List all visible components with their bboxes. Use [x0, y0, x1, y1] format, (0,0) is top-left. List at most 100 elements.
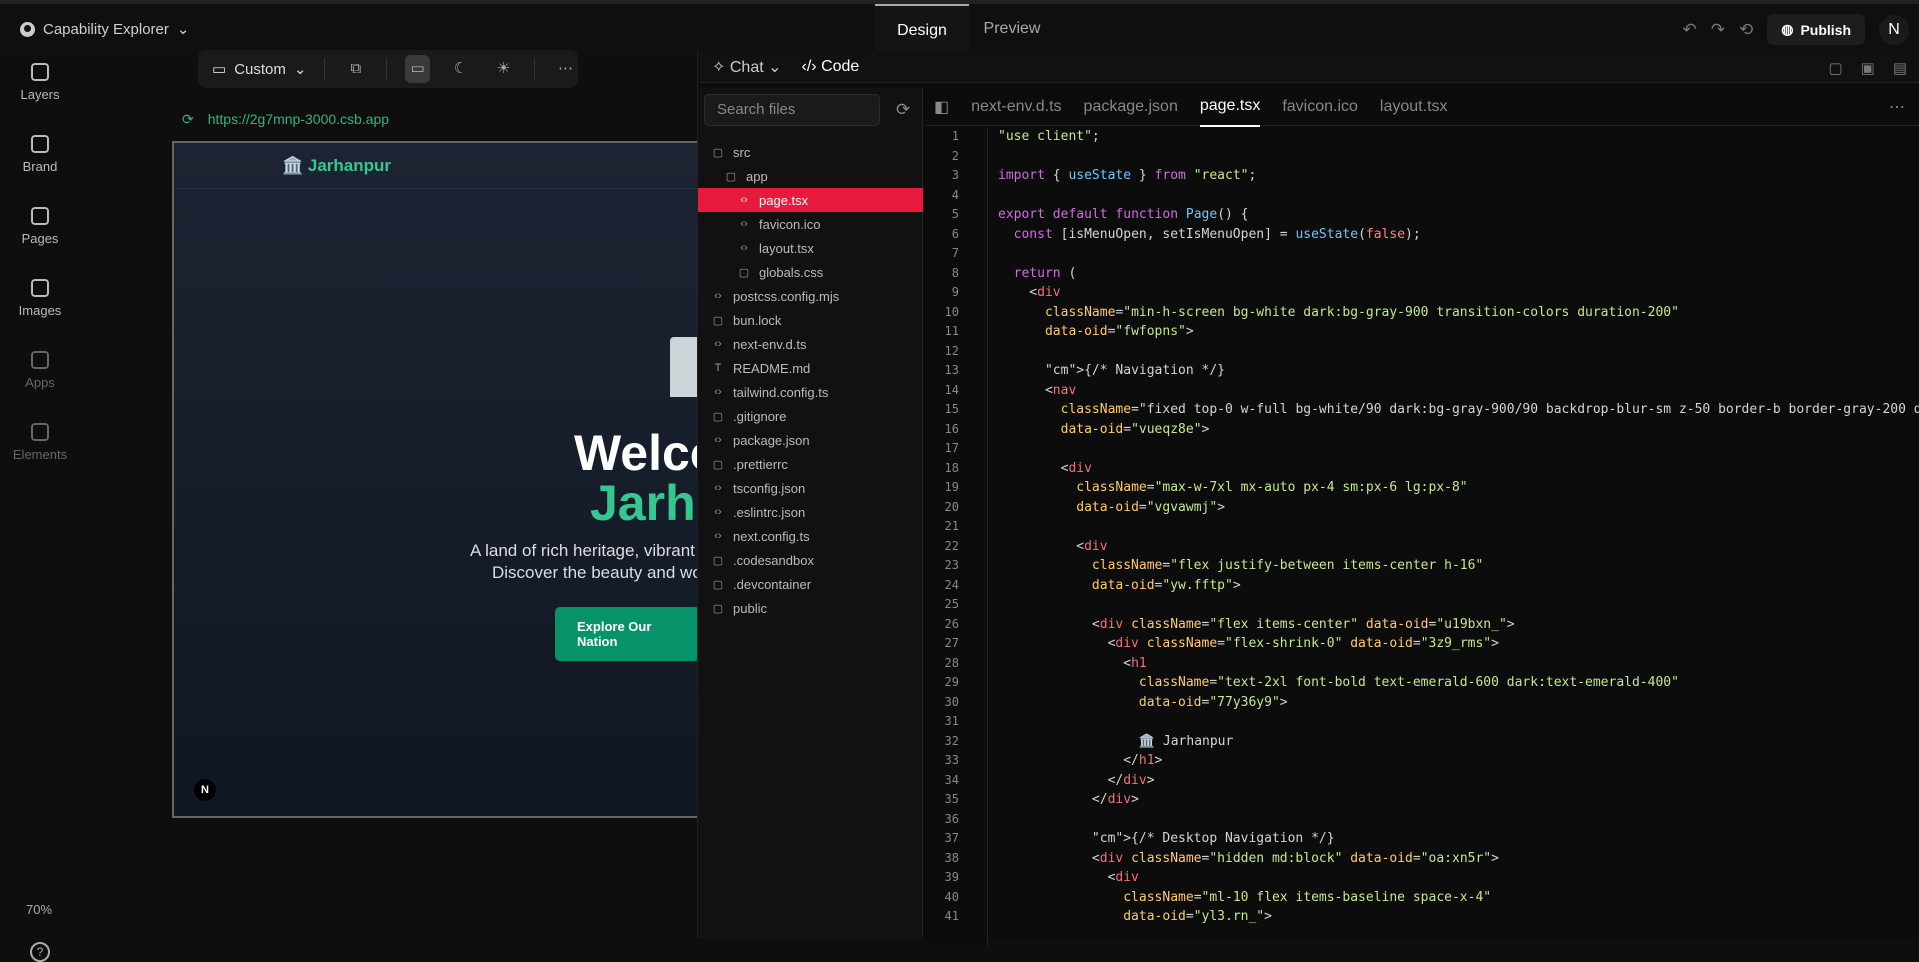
undo-icon[interactable]: ↶ — [1682, 20, 1696, 40]
code-line[interactable]: const [isMenuOpen, setIsMenuOpen] = useS… — [998, 225, 1919, 245]
code-line[interactable]: <div — [998, 868, 1919, 888]
refresh-icon[interactable]: ⟳ — [182, 111, 194, 128]
file-tree-item[interactable]: ‹› tsconfig.json — [698, 476, 923, 500]
code-line[interactable]: <div — [998, 283, 1919, 303]
code-line[interactable]: data-oid="fwfopns"> — [998, 322, 1919, 342]
file-tree-item[interactable]: ▢ .gitignore — [698, 404, 923, 428]
code-line[interactable]: </div> — [998, 771, 1919, 791]
dark-mode-icon[interactable]: ☾ — [448, 55, 473, 83]
code-line[interactable]: <h1 — [998, 654, 1919, 674]
refresh-icon[interactable]: ⟳ — [896, 100, 910, 120]
code-line[interactable]: </h1> — [998, 751, 1919, 771]
device-selector[interactable]: ▭ Custom ⌄ — [212, 60, 306, 79]
more-icon[interactable]: ⋯ — [1889, 97, 1919, 117]
duplicate-icon[interactable]: ⧉ — [343, 55, 368, 83]
code-line[interactable]: className="ml-10 flex items-baseline spa… — [998, 888, 1919, 908]
code-line[interactable]: <div className="flex items-center" data-… — [998, 615, 1919, 635]
code-line[interactable] — [998, 517, 1919, 537]
tab-package-json[interactable]: package.json — [1084, 98, 1178, 116]
light-mode-icon[interactable]: ☀ — [491, 55, 516, 83]
code-line[interactable]: className="fixed top-0 w-full bg-white/9… — [998, 400, 1919, 420]
history-icon[interactable]: ⟲ — [1739, 20, 1753, 40]
tab-page-tsx[interactable]: page.tsx — [1199, 87, 1261, 127]
explore-button[interactable]: Explore Our Nation — [555, 607, 700, 661]
publish-button[interactable]: ◍ Publish — [1767, 14, 1865, 45]
file-tree-item[interactable]: ▢ src — [698, 140, 923, 164]
code-line[interactable] — [998, 186, 1919, 206]
desktop-icon[interactable]: ▭ — [405, 55, 431, 83]
preview-url[interactable]: https://2g7mnp-3000.csb.app — [208, 111, 389, 128]
file-tree-item[interactable]: ‹› .eslintrc.json — [698, 500, 923, 524]
avatar[interactable]: N — [1879, 14, 1909, 45]
code-line[interactable]: data-oid="vgvawmj"> — [998, 498, 1919, 518]
save-icon[interactable]: ▤ — [1893, 59, 1907, 77]
project-selector[interactable]: Capability Explorer ⌄ — [20, 20, 189, 38]
sidebar-item-elements[interactable]: Elements — [0, 423, 80, 462]
code-line[interactable]: <div — [998, 537, 1919, 557]
code-line[interactable] — [998, 712, 1919, 732]
sidebar-item-pages[interactable]: Pages — [0, 207, 80, 246]
file-tree-item[interactable]: ‹› layout.tsx — [698, 236, 923, 260]
code-line[interactable]: import { useState } from "react"; — [998, 166, 1919, 186]
code-line[interactable]: export default function Page() { — [998, 205, 1919, 225]
more-icon[interactable]: ⋯ — [553, 55, 578, 83]
file-tree-item[interactable]: ‹› next.config.ts — [698, 524, 923, 548]
code-line[interactable]: <div className="flex-shrink-0" data-oid=… — [998, 634, 1919, 654]
file-tree-item[interactable]: ▢ public — [698, 596, 923, 620]
sidebar-item-brand[interactable]: Brand — [0, 135, 80, 174]
code-line[interactable]: data-oid="vueqz8e"> — [998, 420, 1919, 440]
code-line[interactable]: "use client"; — [998, 127, 1919, 147]
sidebar-item-apps[interactable]: Apps — [0, 351, 80, 390]
help-icon[interactable]: ? — [30, 942, 50, 962]
code-line[interactable]: </div> — [998, 790, 1919, 810]
file-tree-item[interactable]: ▢ .codesandbox — [698, 548, 923, 572]
code-line[interactable]: <nav — [998, 381, 1919, 401]
new-file-icon[interactable]: ▢ — [1828, 59, 1842, 77]
code-line[interactable] — [998, 595, 1919, 615]
tab-next-env[interactable]: next-env.d.ts — [971, 98, 1061, 116]
code-line[interactable]: <div — [998, 459, 1919, 479]
file-tree-item[interactable]: ▢ bun.lock — [698, 308, 923, 332]
preview-frame[interactable]: 🏛️ Jarhanpur Welco Jarha A land of rich … — [172, 141, 702, 818]
redo-icon[interactable]: ↷ — [1711, 20, 1725, 40]
code-line[interactable] — [998, 439, 1919, 459]
zoom-level[interactable]: 70% — [26, 902, 52, 917]
code-line[interactable] — [998, 810, 1919, 830]
code-line[interactable]: <div className="hidden md:block" data-oi… — [998, 849, 1919, 869]
tab-chat[interactable]: ✧ Chat ⌄ — [712, 57, 782, 77]
code-line[interactable]: className="min-h-screen bg-white dark:bg… — [998, 303, 1919, 323]
tab-layout[interactable]: layout.tsx — [1380, 98, 1448, 116]
file-tree-item[interactable]: ‹› tailwind.config.ts — [698, 380, 923, 404]
file-tree-item[interactable]: ‹› favicon.ico — [698, 212, 923, 236]
next-badge[interactable]: N — [194, 779, 216, 801]
code-line[interactable]: "cm">{/* Desktop Navigation */} — [998, 829, 1919, 849]
new-folder-icon[interactable]: ▣ — [1861, 59, 1875, 77]
tab-design[interactable]: Design — [875, 4, 969, 55]
file-tree-item[interactable]: ‹› postcss.config.mjs — [698, 284, 923, 308]
sidebar-item-images[interactable]: Images — [0, 279, 80, 318]
code-line[interactable]: className="text-2xl font-bold text-emera… — [998, 673, 1919, 693]
file-tree-item[interactable]: ‹› next-env.d.ts — [698, 332, 923, 356]
code-line[interactable]: return ( — [998, 264, 1919, 284]
tab-preview[interactable]: Preview — [969, 4, 1055, 55]
tab-code[interactable]: ‹/› Code — [802, 58, 860, 76]
file-tree-item[interactable]: T README.md — [698, 356, 923, 380]
file-tree-item[interactable]: ‹› page.tsx — [698, 188, 923, 212]
code-line[interactable]: 🏛️ Jarhanpur — [998, 732, 1919, 752]
code-line[interactable] — [998, 342, 1919, 362]
file-tree-item[interactable]: ‹› package.json — [698, 428, 923, 452]
sidebar-item-layers[interactable]: Layers — [0, 63, 80, 102]
code-line[interactable]: className="flex justify-between items-ce… — [998, 556, 1919, 576]
code-editor[interactable]: 1 2 3 4 5 6 7 8 9 10 11 12 13 14 15 16 17 18 19 20 21 22 23 24 2… — [926, 127, 1919, 947]
code-line[interactable]: data-oid="yl3.rn_"> — [998, 907, 1919, 927]
file-tree-item[interactable]: ▢ .devcontainer — [698, 572, 923, 596]
search-input[interactable]: Search files — [704, 94, 880, 126]
sidebar-toggle-icon[interactable]: ◧ — [934, 97, 949, 117]
file-tree-item[interactable]: ▢ app — [698, 164, 923, 188]
code-line[interactable]: data-oid="77y36y9"> — [998, 693, 1919, 713]
code-line[interactable]: data-oid="yw.fftp"> — [998, 576, 1919, 596]
code-line[interactable]: className="max-w-7xl mx-auto px-4 sm:px-… — [998, 478, 1919, 498]
code-line[interactable]: "cm">{/* Navigation */} — [998, 361, 1919, 381]
tab-favicon[interactable]: favicon.ico — [1282, 98, 1358, 116]
code-line[interactable] — [998, 244, 1919, 264]
